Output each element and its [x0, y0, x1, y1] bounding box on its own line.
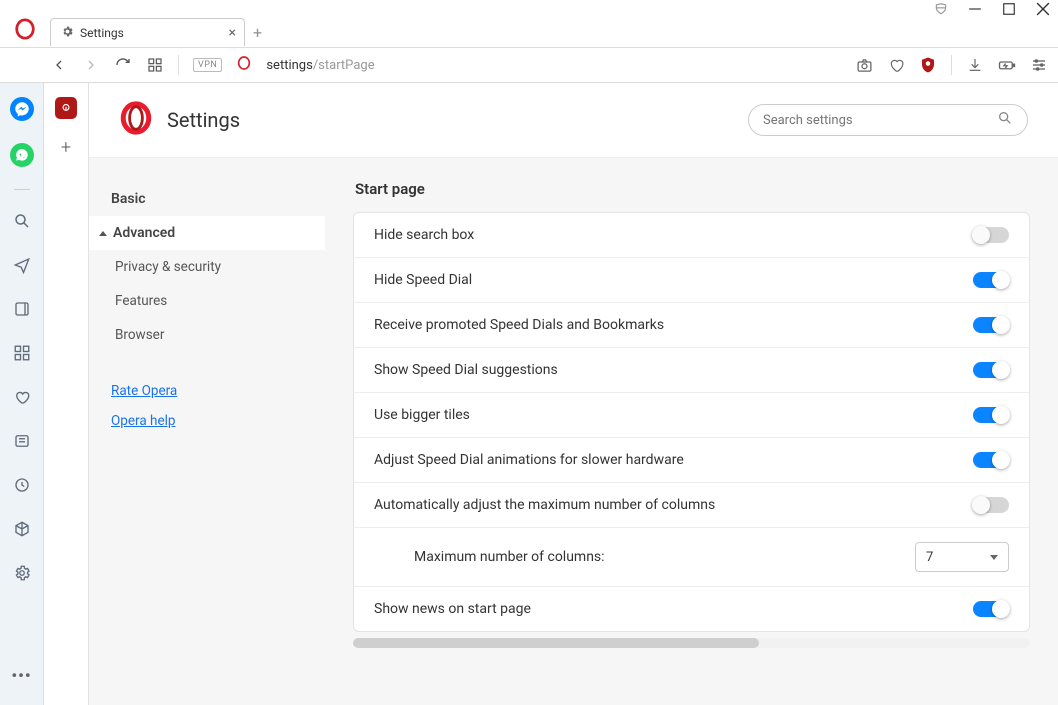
history-icon[interactable] — [13, 476, 31, 498]
personal-news-icon[interactable] — [13, 300, 31, 322]
battery-icon[interactable] — [998, 56, 1016, 74]
row-label: Automatically adjust the maximum number … — [374, 497, 715, 513]
speed-dial-icon[interactable] — [146, 56, 164, 74]
nav-privacy[interactable]: Privacy & security — [89, 250, 325, 284]
url-base: settings — [266, 58, 312, 73]
search-icon[interactable] — [13, 212, 31, 234]
toolbar: VPN settings/startPage — [0, 47, 1058, 83]
snapshot-icon[interactable] — [855, 56, 873, 74]
ublock-ext-icon[interactable] — [55, 97, 77, 119]
row-label: Show Speed Dial suggestions — [374, 362, 558, 378]
search-settings[interactable] — [748, 104, 1028, 136]
gear-icon — [61, 25, 74, 41]
settings-nav: Basic Advanced Privacy & security Featur… — [89, 158, 325, 705]
row-label: Receive promoted Speed Dials and Bookmar… — [374, 317, 664, 333]
row-animations: Adjust Speed Dial animations for slower … — [354, 437, 1029, 482]
whatsapp-icon[interactable] — [10, 143, 34, 167]
nav-advanced[interactable]: Advanced — [89, 216, 325, 250]
section-title: Start page — [353, 180, 1030, 198]
extensions-bar: + — [44, 83, 88, 705]
toggle-animations[interactable] — [973, 452, 1009, 468]
opera-logo-icon[interactable] — [14, 18, 36, 44]
heart-icon[interactable] — [887, 56, 905, 74]
maximize-icon[interactable] — [1002, 2, 1016, 16]
easy-setup-icon[interactable] — [1030, 56, 1048, 74]
tab-strip: Settings × + — [0, 17, 1058, 47]
select-value: 7 — [926, 550, 933, 565]
reload-button[interactable] — [114, 56, 132, 74]
row-suggestions: Show Speed Dial suggestions — [354, 347, 1029, 392]
nav-browser[interactable]: Browser — [89, 318, 325, 352]
row-label: Use bigger tiles — [374, 407, 470, 423]
add-extension-button[interactable]: + — [61, 137, 71, 158]
tab-label: Settings — [80, 26, 124, 40]
max-columns-select[interactable]: 7 — [915, 542, 1009, 572]
toggle-bigger-tiles[interactable] — [973, 407, 1009, 423]
speed-dial-grid-icon[interactable] — [13, 344, 31, 366]
nav-basic[interactable]: Basic — [89, 182, 325, 216]
settings-content: Start page Hide search box Hide Speed Di… — [325, 158, 1058, 705]
row-hide-speed-dial: Hide Speed Dial — [354, 257, 1029, 302]
settings-page: Settings Basic Advanced Privacy & securi… — [88, 83, 1058, 705]
search-input[interactable] — [763, 113, 989, 128]
back-button[interactable] — [50, 56, 68, 74]
new-tab-button[interactable]: + — [253, 23, 262, 42]
row-label: Show news on start page — [374, 601, 531, 617]
extensions-cube-icon[interactable] — [13, 520, 31, 542]
site-icon — [236, 55, 252, 75]
send-icon[interactable] — [13, 256, 31, 278]
row-max-columns: Maximum number of columns: 7 — [354, 527, 1029, 586]
address-bar[interactable]: settings/startPage — [266, 58, 374, 73]
start-page-card: Hide search box Hide Speed Dial Receive … — [353, 212, 1030, 632]
window-controls — [0, 0, 1058, 17]
search-magnify-icon — [997, 110, 1013, 130]
sidebar: ••• — [0, 83, 44, 705]
page-title: Settings — [167, 108, 240, 132]
url-path: /startPage — [313, 58, 375, 73]
toggle-hide-speed-dial[interactable] — [973, 272, 1009, 288]
toggle-show-news[interactable] — [973, 601, 1009, 617]
more-icon[interactable]: ••• — [11, 666, 31, 685]
toggle-auto-columns[interactable] — [973, 497, 1009, 513]
bookmarks-heart-icon[interactable] — [13, 388, 31, 410]
vpn-badge[interactable]: VPN — [193, 58, 222, 72]
news-icon[interactable] — [13, 432, 31, 454]
row-hide-search: Hide search box — [354, 213, 1029, 257]
row-show-news: Show news on start page — [354, 586, 1029, 631]
row-label: Hide Speed Dial — [374, 272, 472, 288]
nav-features[interactable]: Features — [89, 284, 325, 318]
toggle-promoted[interactable] — [973, 317, 1009, 333]
minimize-icon[interactable] — [968, 2, 982, 16]
row-label: Maximum number of columns: — [414, 549, 605, 565]
vpn-shield-icon — [934, 2, 948, 16]
ublock-icon[interactable] — [919, 56, 937, 74]
settings-header: Settings — [89, 83, 1058, 158]
downloads-icon[interactable] — [966, 56, 984, 74]
opera-logo-big-icon — [119, 101, 153, 139]
row-auto-columns: Automatically adjust the maximum number … — [354, 482, 1029, 527]
messenger-icon[interactable] — [10, 97, 34, 121]
row-label: Hide search box — [374, 227, 474, 243]
forward-button[interactable] — [82, 56, 100, 74]
row-bigger-tiles: Use bigger tiles — [354, 392, 1029, 437]
row-promoted: Receive promoted Speed Dials and Bookmar… — [354, 302, 1029, 347]
close-icon[interactable] — [1036, 2, 1050, 16]
opera-help-link[interactable]: Opera help — [89, 406, 325, 436]
nav-advanced-label: Advanced — [113, 225, 175, 241]
tab-close-icon[interactable]: × — [229, 25, 236, 41]
toggle-suggestions[interactable] — [973, 362, 1009, 378]
settings-gear-icon[interactable] — [13, 564, 31, 586]
toggle-hide-search[interactable] — [973, 227, 1009, 243]
chevron-up-icon — [99, 231, 107, 236]
chevron-down-icon — [990, 555, 998, 560]
row-label: Adjust Speed Dial animations for slower … — [374, 452, 684, 468]
scrollbar-horizontal[interactable] — [353, 638, 1030, 648]
tab-settings[interactable]: Settings × — [50, 18, 245, 46]
rate-opera-link[interactable]: Rate Opera — [89, 376, 325, 406]
